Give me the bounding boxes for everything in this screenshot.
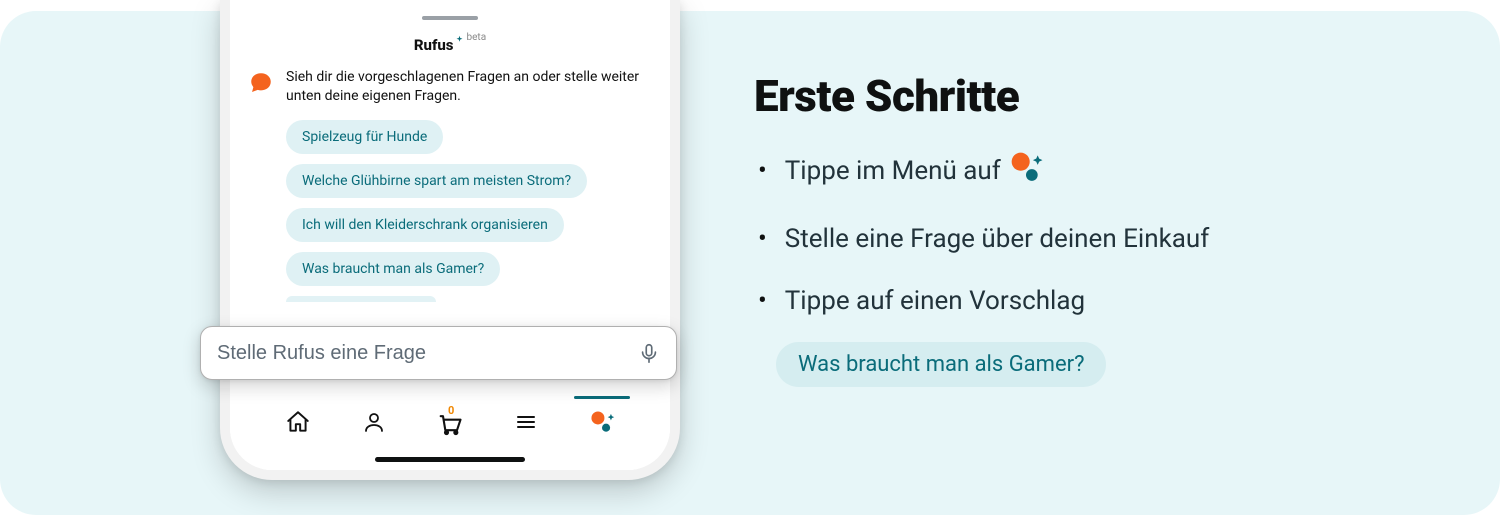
suggestion-chip[interactable]: Was braucht man als Gamer? [286, 252, 500, 286]
cart-count-badge: 0 [448, 404, 454, 417]
step-text: Stelle eine Frage über deinen Einkauf [785, 223, 1210, 256]
nav-active-indicator [574, 396, 630, 399]
suggestion-chip-peek [286, 296, 436, 302]
nav-home-icon[interactable] [284, 408, 312, 436]
chip-label: Spielzeug für Hunde [302, 129, 427, 145]
app-title: Rufus beta [230, 30, 670, 54]
bottom-nav: 0 [230, 400, 670, 470]
steps-list: Tippe im Menü auf Stelle eine Frage über… [754, 150, 1434, 318]
phone-mockup: Rufus beta Sieh dir die vorgeschlagenen F… [220, 0, 680, 480]
sparkle-icon [455, 30, 464, 48]
step-text: Tippe im Menü auf [785, 155, 1001, 188]
home-indicator [375, 457, 525, 462]
sheet-drag-handle[interactable] [422, 16, 478, 20]
question-input[interactable] [217, 342, 638, 365]
step-item: Stelle eine Frage über deinen Einkauf [754, 223, 1434, 256]
intro-text: Sieh dir die vorgeschlagenen Fragen an o… [286, 68, 648, 106]
nav-profile-icon[interactable] [360, 408, 388, 436]
rufus-icon [1009, 150, 1043, 193]
chip-label: Welche Glühbirne spart am meisten Strom? [302, 173, 571, 189]
step-text: Tippe auf einen Vorschlag [785, 285, 1085, 318]
step-item: Tippe auf einen Vorschlag [754, 285, 1434, 318]
suggestion-chip[interactable]: Ich will den Kleiderschrank organisieren [286, 208, 564, 242]
example-pill-text: Was braucht man als Gamer? [798, 352, 1084, 377]
nav-menu-icon[interactable] [512, 408, 540, 436]
microphone-icon[interactable] [638, 342, 660, 364]
question-input-bar[interactable] [200, 326, 677, 380]
step-item: Tippe im Menü auf [754, 150, 1434, 193]
example-suggestion-pill[interactable]: Was braucht man als Gamer? [776, 342, 1106, 387]
nav-cart-icon[interactable]: 0 [436, 408, 464, 436]
suggestion-chips: Spielzeug für Hunde Welche Glühbirne spa… [230, 106, 670, 302]
chat-bubble-icon [248, 70, 274, 96]
chip-label: Was braucht man als Gamer? [302, 261, 484, 277]
suggestion-chip[interactable]: Spielzeug für Hunde [286, 120, 443, 154]
page-headline: Erste Schritte [754, 70, 1434, 122]
suggestion-chip[interactable]: Welche Glühbirne spart am meisten Strom? [286, 164, 587, 198]
app-title-text: Rufus [414, 36, 454, 54]
chip-label: Ich will den Kleiderschrank organisieren [302, 217, 548, 233]
nav-rufus-icon[interactable] [588, 408, 616, 436]
beta-badge: beta [467, 32, 487, 43]
